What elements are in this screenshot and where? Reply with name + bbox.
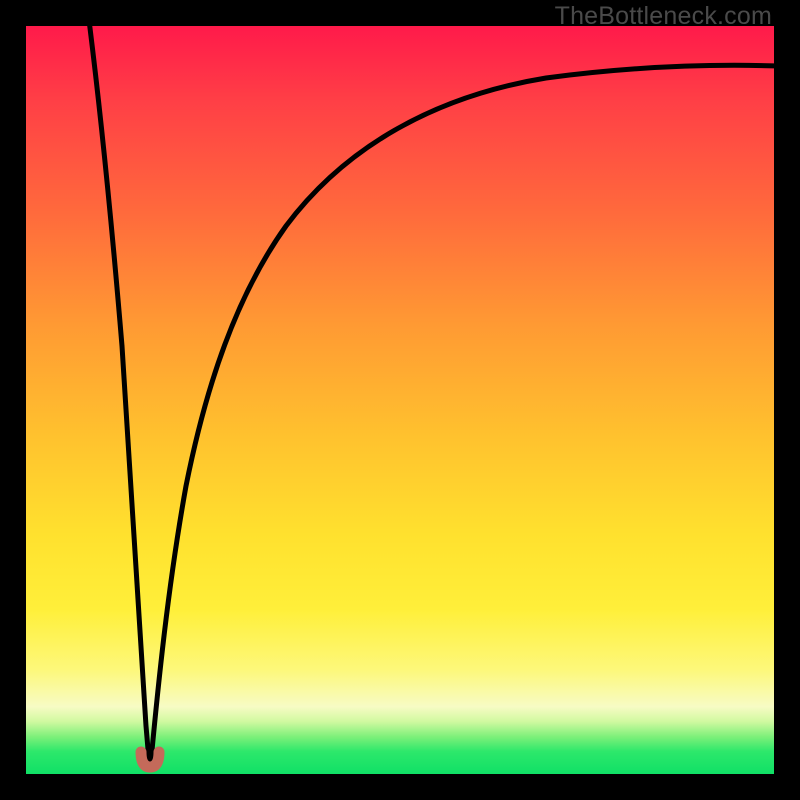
plot-area bbox=[26, 26, 774, 774]
curve-left-branch bbox=[89, 26, 149, 761]
watermark-label: TheBottleneck.com bbox=[555, 2, 772, 31]
curve-right-branch bbox=[151, 65, 774, 761]
chart-frame: TheBottleneck.com bbox=[0, 0, 800, 800]
curve-layer bbox=[26, 26, 774, 774]
